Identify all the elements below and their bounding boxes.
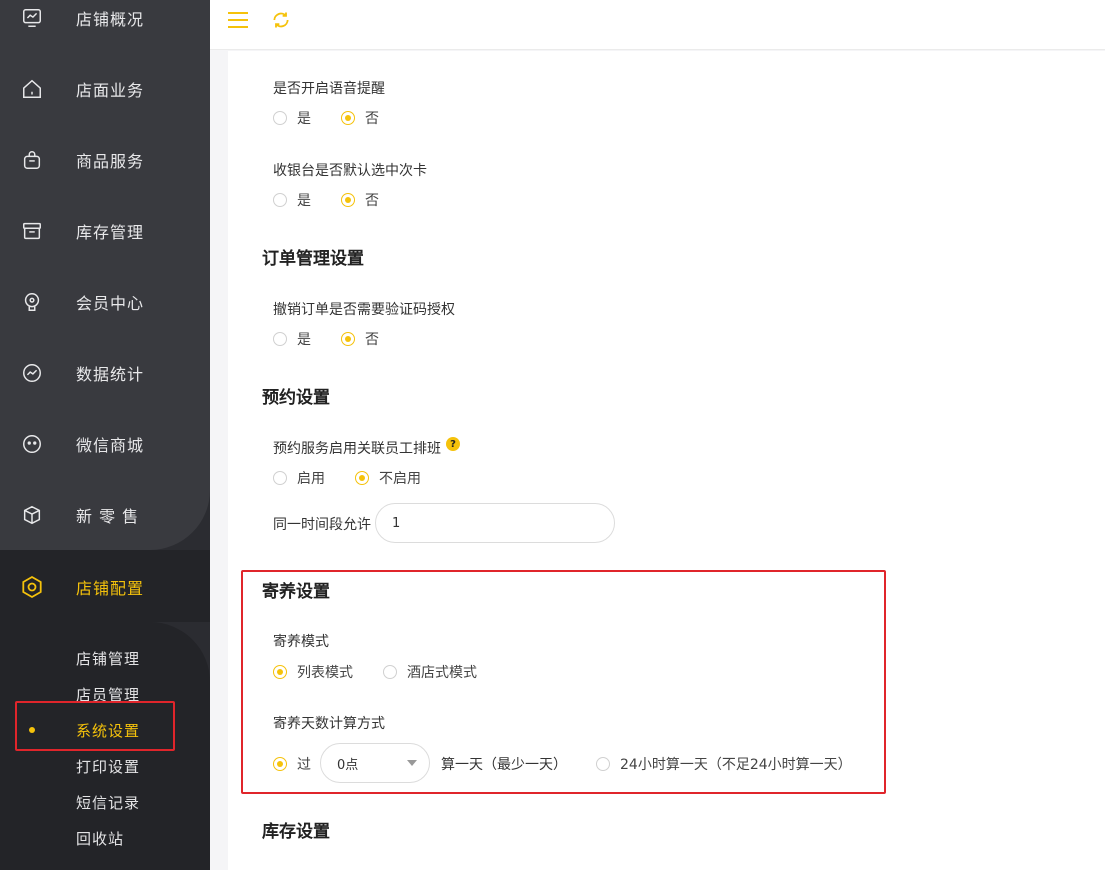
booking-schedule-disable-radio[interactable]: 不启用: [355, 468, 421, 488]
submenu-item-print-settings[interactable]: 打印设置: [76, 756, 140, 777]
boarding-days-label: 寄养天数计算方式: [273, 716, 385, 732]
cashier-card-label: 收银台是否默认选中次卡: [273, 163, 427, 179]
member-icon: [20, 290, 44, 314]
sidebar-item-inventory[interactable]: 库存管理: [0, 195, 210, 266]
sidebar-item-label: 库存管理: [76, 222, 145, 242]
booking-schedule-enable-radio[interactable]: 启用: [273, 468, 325, 488]
sidebar-item-label: 商品服务: [76, 151, 145, 171]
wechat-icon: [20, 432, 44, 456]
voice-reminder-yes-radio[interactable]: 是: [273, 108, 311, 128]
settings-icon: [20, 575, 44, 599]
sidebar-item-new-retail[interactable]: 新 零 售: [0, 479, 210, 550]
sidebar-item-wechat-mall[interactable]: 微信商城: [0, 408, 210, 479]
cancel-order-no-radio[interactable]: 否: [341, 329, 379, 349]
sidebar-item-label: 新 零 售: [76, 506, 140, 526]
submenu-item-system-settings[interactable]: 系统设置: [76, 720, 140, 741]
cashier-card-no-radio[interactable]: 否: [341, 190, 379, 210]
same-time-allow-label: 同一时间段允许: [273, 517, 371, 533]
boarding-days-option2-radio[interactable]: 24小时算一天（不足24小时算一天）: [596, 754, 852, 774]
sidebar-item-overview[interactable]: 店铺概况: [0, 0, 210, 53]
chart-icon: [20, 361, 44, 385]
boarding-mode-label: 寄养模式: [273, 634, 329, 650]
boarding-option1-suffix: 算一天（最少一天）: [441, 757, 567, 773]
stock-settings-title: 库存设置: [262, 822, 330, 842]
same-time-allow-input[interactable]: 1: [375, 503, 615, 543]
submenu-item-staff-manage[interactable]: 店员管理: [76, 684, 140, 705]
boarding-days-option1-radio[interactable]: 过: [273, 754, 311, 774]
sidebar-item-store-business[interactable]: 店面业务: [0, 53, 210, 124]
booking-schedule-label: 预约服务启用关联员工排班: [273, 441, 441, 457]
sidebar-item-member-center[interactable]: 会员中心: [0, 266, 210, 337]
home-icon: [20, 77, 44, 101]
sidebar-item-label: 店铺配置: [76, 578, 145, 598]
top-bar: [210, 0, 1105, 50]
active-dot: [29, 727, 35, 733]
boarding-settings-title: 寄养设置: [262, 582, 330, 602]
boarding-mode-list-radio[interactable]: 列表模式: [273, 662, 353, 682]
chevron-down-icon: [407, 760, 417, 766]
order-settings-title: 订单管理设置: [262, 249, 364, 269]
cube-icon: [20, 503, 44, 527]
sidebar-item-statistics[interactable]: 数据统计: [0, 337, 210, 408]
boarding-cutoff-select[interactable]: 0点: [320, 743, 430, 783]
submenu-item-store-manage[interactable]: 店铺管理: [76, 648, 140, 669]
submenu-item-recycle-bin[interactable]: 回收站: [76, 828, 124, 849]
refresh-icon[interactable]: [271, 10, 291, 30]
booking-settings-title: 预约设置: [262, 388, 330, 408]
sidebar-item-label: 微信商城: [76, 435, 145, 455]
sidebar-item-label: 店铺概况: [76, 9, 145, 29]
sidebar: 店铺概况 店面业务 商品服务 库存管理 会员中心 数据统计 微信商城 新 零 售…: [0, 0, 210, 870]
sidebar-item-label: 数据统计: [76, 364, 145, 384]
monitor-icon: [20, 6, 44, 30]
sidebar-item-goods-service[interactable]: 商品服务: [0, 124, 210, 195]
sidebar-item-store-config[interactable]: 店铺配置: [0, 551, 210, 622]
box-icon: [20, 219, 44, 243]
voice-reminder-label: 是否开启语音提醒: [273, 81, 385, 97]
cashier-card-yes-radio[interactable]: 是: [273, 190, 311, 210]
hamburger-icon[interactable]: [227, 10, 249, 32]
cancel-order-yes-radio[interactable]: 是: [273, 329, 311, 349]
boarding-mode-hotel-radio[interactable]: 酒店式模式: [383, 662, 477, 682]
sidebar-item-label: 店面业务: [76, 80, 145, 100]
submenu-item-sms-records[interactable]: 短信记录: [76, 792, 140, 813]
cancel-order-auth-label: 撤销订单是否需要验证码授权: [273, 302, 455, 318]
sidebar-item-label: 会员中心: [76, 293, 145, 313]
help-icon[interactable]: ?: [446, 437, 460, 451]
voice-reminder-no-radio[interactable]: 否: [341, 108, 379, 128]
bag-icon: [20, 148, 44, 172]
